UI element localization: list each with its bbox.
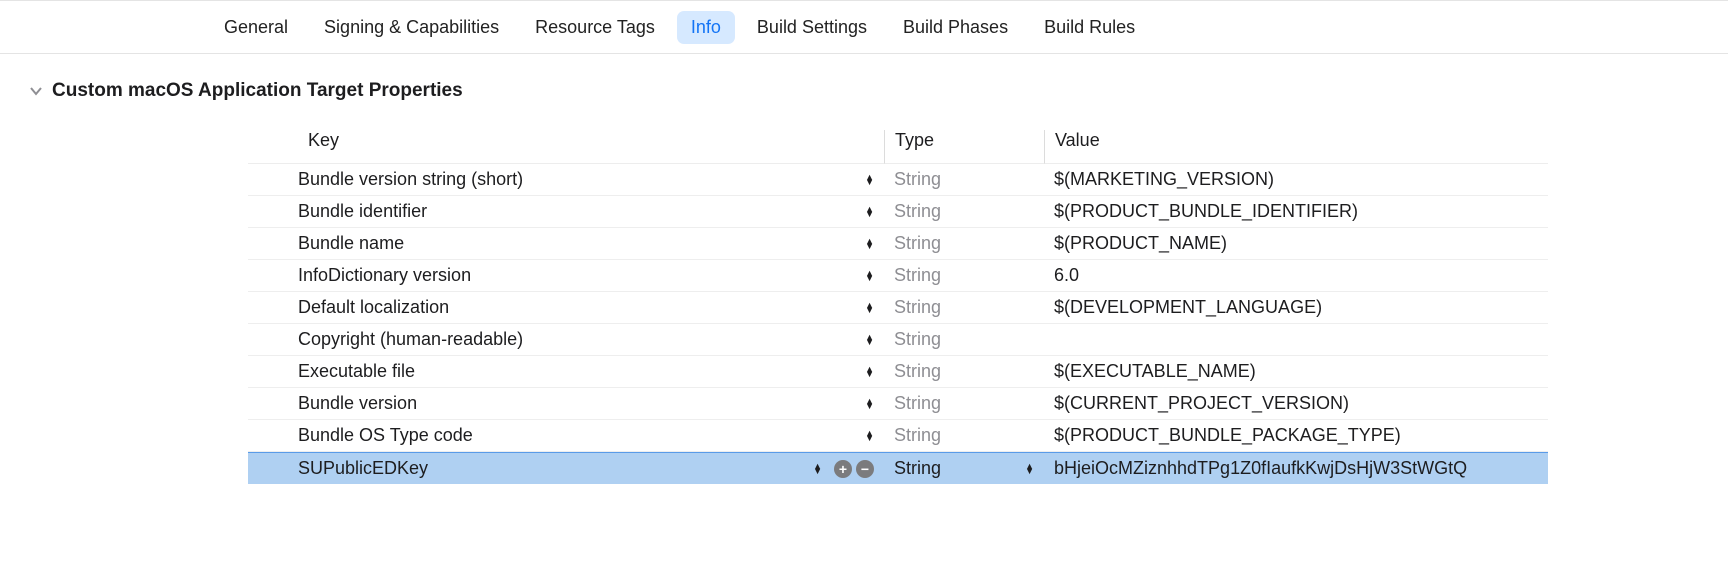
plist-key-label[interactable]: InfoDictionary version	[298, 265, 471, 286]
plist-value-label[interactable]: $(DEVELOPMENT_LANGUAGE)	[1054, 297, 1322, 317]
plist-value-label[interactable]: $(PRODUCT_BUNDLE_PACKAGE_TYPE)	[1054, 425, 1401, 445]
table-row[interactable]: Bundle version ▲▼ String $(CURRENT_PROJECT_…	[248, 388, 1548, 420]
plist-type-label[interactable]: String	[894, 265, 941, 286]
plist-key-label[interactable]: Bundle name	[298, 233, 404, 254]
table-row[interactable]: Executable file ▲▼ String $(EXECUTABLE_NAME…	[248, 356, 1548, 388]
tab-info[interactable]: Info	[677, 11, 735, 44]
section-header[interactable]: Custom macOS Application Target Properti…	[0, 80, 1728, 102]
column-header-value[interactable]: Value	[1044, 130, 1548, 164]
plist-type-label[interactable]: String	[894, 233, 941, 254]
key-stepper-icon[interactable]: ▲▼	[865, 175, 874, 185]
plist-key-label[interactable]: Executable file	[298, 361, 415, 382]
tab-build-phases[interactable]: Build Phases	[889, 11, 1022, 44]
type-stepper-icon[interactable]: ▲▼	[1025, 464, 1034, 474]
plist-type-label[interactable]: String	[894, 393, 941, 414]
plist-type-label[interactable]: String	[894, 169, 941, 190]
plist-value-label[interactable]: $(EXECUTABLE_NAME)	[1054, 361, 1256, 381]
key-stepper-icon[interactable]: ▲▼	[865, 335, 874, 345]
plist-type-label[interactable]: String	[894, 201, 941, 222]
table-row[interactable]: InfoDictionary version ▲▼ String 6.0	[248, 260, 1548, 292]
section-title: Custom macOS Application Target Properti…	[52, 80, 463, 102]
tab-signing-capabilities[interactable]: Signing & Capabilities	[310, 11, 513, 44]
column-header-key[interactable]: Key	[248, 130, 884, 164]
plist-value-label[interactable]: $(PRODUCT_BUNDLE_IDENTIFIER)	[1054, 201, 1358, 221]
plist-type-label[interactable]: String	[894, 425, 941, 446]
table-row[interactable]: Bundle name ▲▼ String $(PRODUCT_NAME)	[248, 228, 1548, 260]
plist-key-label[interactable]: Bundle OS Type code	[298, 425, 473, 446]
key-stepper-icon[interactable]: ▲▼	[865, 271, 874, 281]
section-custom-target-properties: Custom macOS Application Target Properti…	[0, 54, 1728, 484]
add-row-button[interactable]: +	[834, 460, 852, 478]
plist-type-label[interactable]: String	[894, 458, 941, 479]
plist-type-label[interactable]: String	[894, 329, 941, 350]
plist-type-label[interactable]: String	[894, 361, 941, 382]
table-row[interactable]: Default localization ▲▼ String $(DEVELOPMEN…	[248, 292, 1548, 324]
plist-value-label[interactable]: 6.0	[1054, 265, 1079, 285]
plist-key-label[interactable]: Default localization	[298, 297, 449, 318]
plist-key-label[interactable]: Bundle version string (short)	[298, 169, 523, 190]
key-stepper-icon[interactable]: ▲▼	[865, 207, 874, 217]
disclosure-triangle-icon[interactable]	[29, 85, 42, 98]
table-row[interactable]: Bundle OS Type code ▲▼ String $(PRODUCT_BUN…	[248, 420, 1548, 452]
key-stepper-icon[interactable]: ▲▼	[865, 303, 874, 313]
remove-row-button[interactable]: −	[856, 460, 874, 478]
table-header-row: Key Type Value	[248, 130, 1548, 164]
tab-resource-tags[interactable]: Resource Tags	[521, 11, 669, 44]
table-row[interactable]: SUPublicEDKey ▲▼ +− String ▲▼ bHjeiOcMZiznhhd…	[248, 452, 1548, 484]
plist-key-label[interactable]: Bundle version	[298, 393, 417, 414]
tab-build-rules[interactable]: Build Rules	[1030, 11, 1149, 44]
key-stepper-icon[interactable]: ▲▼	[865, 367, 874, 377]
plist-value-label[interactable]: $(PRODUCT_NAME)	[1054, 233, 1227, 253]
plist-value-label[interactable]: $(CURRENT_PROJECT_VERSION)	[1054, 393, 1349, 413]
plist-table: Key Type Value Bundle version string (sh…	[248, 130, 1548, 484]
plist-key-label[interactable]: SUPublicEDKey	[298, 458, 428, 479]
plist-key-label[interactable]: Copyright (human-readable)	[298, 329, 523, 350]
table-row[interactable]: Bundle identifier ▲▼ String $(PRODUCT_BUNDL…	[248, 196, 1548, 228]
table-row[interactable]: Bundle version string (short) ▲▼ String $(M…	[248, 164, 1548, 196]
key-stepper-icon[interactable]: ▲▼	[813, 464, 822, 474]
key-stepper-icon[interactable]: ▲▼	[865, 431, 874, 441]
plist-value-label[interactable]: bHjeiOcMZiznhhdTPg1Z0fIaufkKwjDsHjW3StWG…	[1054, 458, 1467, 478]
plist-key-label[interactable]: Bundle identifier	[298, 201, 427, 222]
plist-value-label[interactable]: $(MARKETING_VERSION)	[1054, 169, 1274, 189]
tab-build-settings[interactable]: Build Settings	[743, 11, 881, 44]
key-stepper-icon[interactable]: ▲▼	[865, 399, 874, 409]
key-stepper-icon[interactable]: ▲▼	[865, 239, 874, 249]
column-header-type[interactable]: Type	[884, 130, 1044, 164]
table-row[interactable]: Copyright (human-readable) ▲▼ String	[248, 324, 1548, 356]
editor-tabbar: General Signing & Capabilities Resource …	[0, 0, 1728, 54]
plist-type-label[interactable]: String	[894, 297, 941, 318]
tab-general[interactable]: General	[210, 11, 302, 44]
